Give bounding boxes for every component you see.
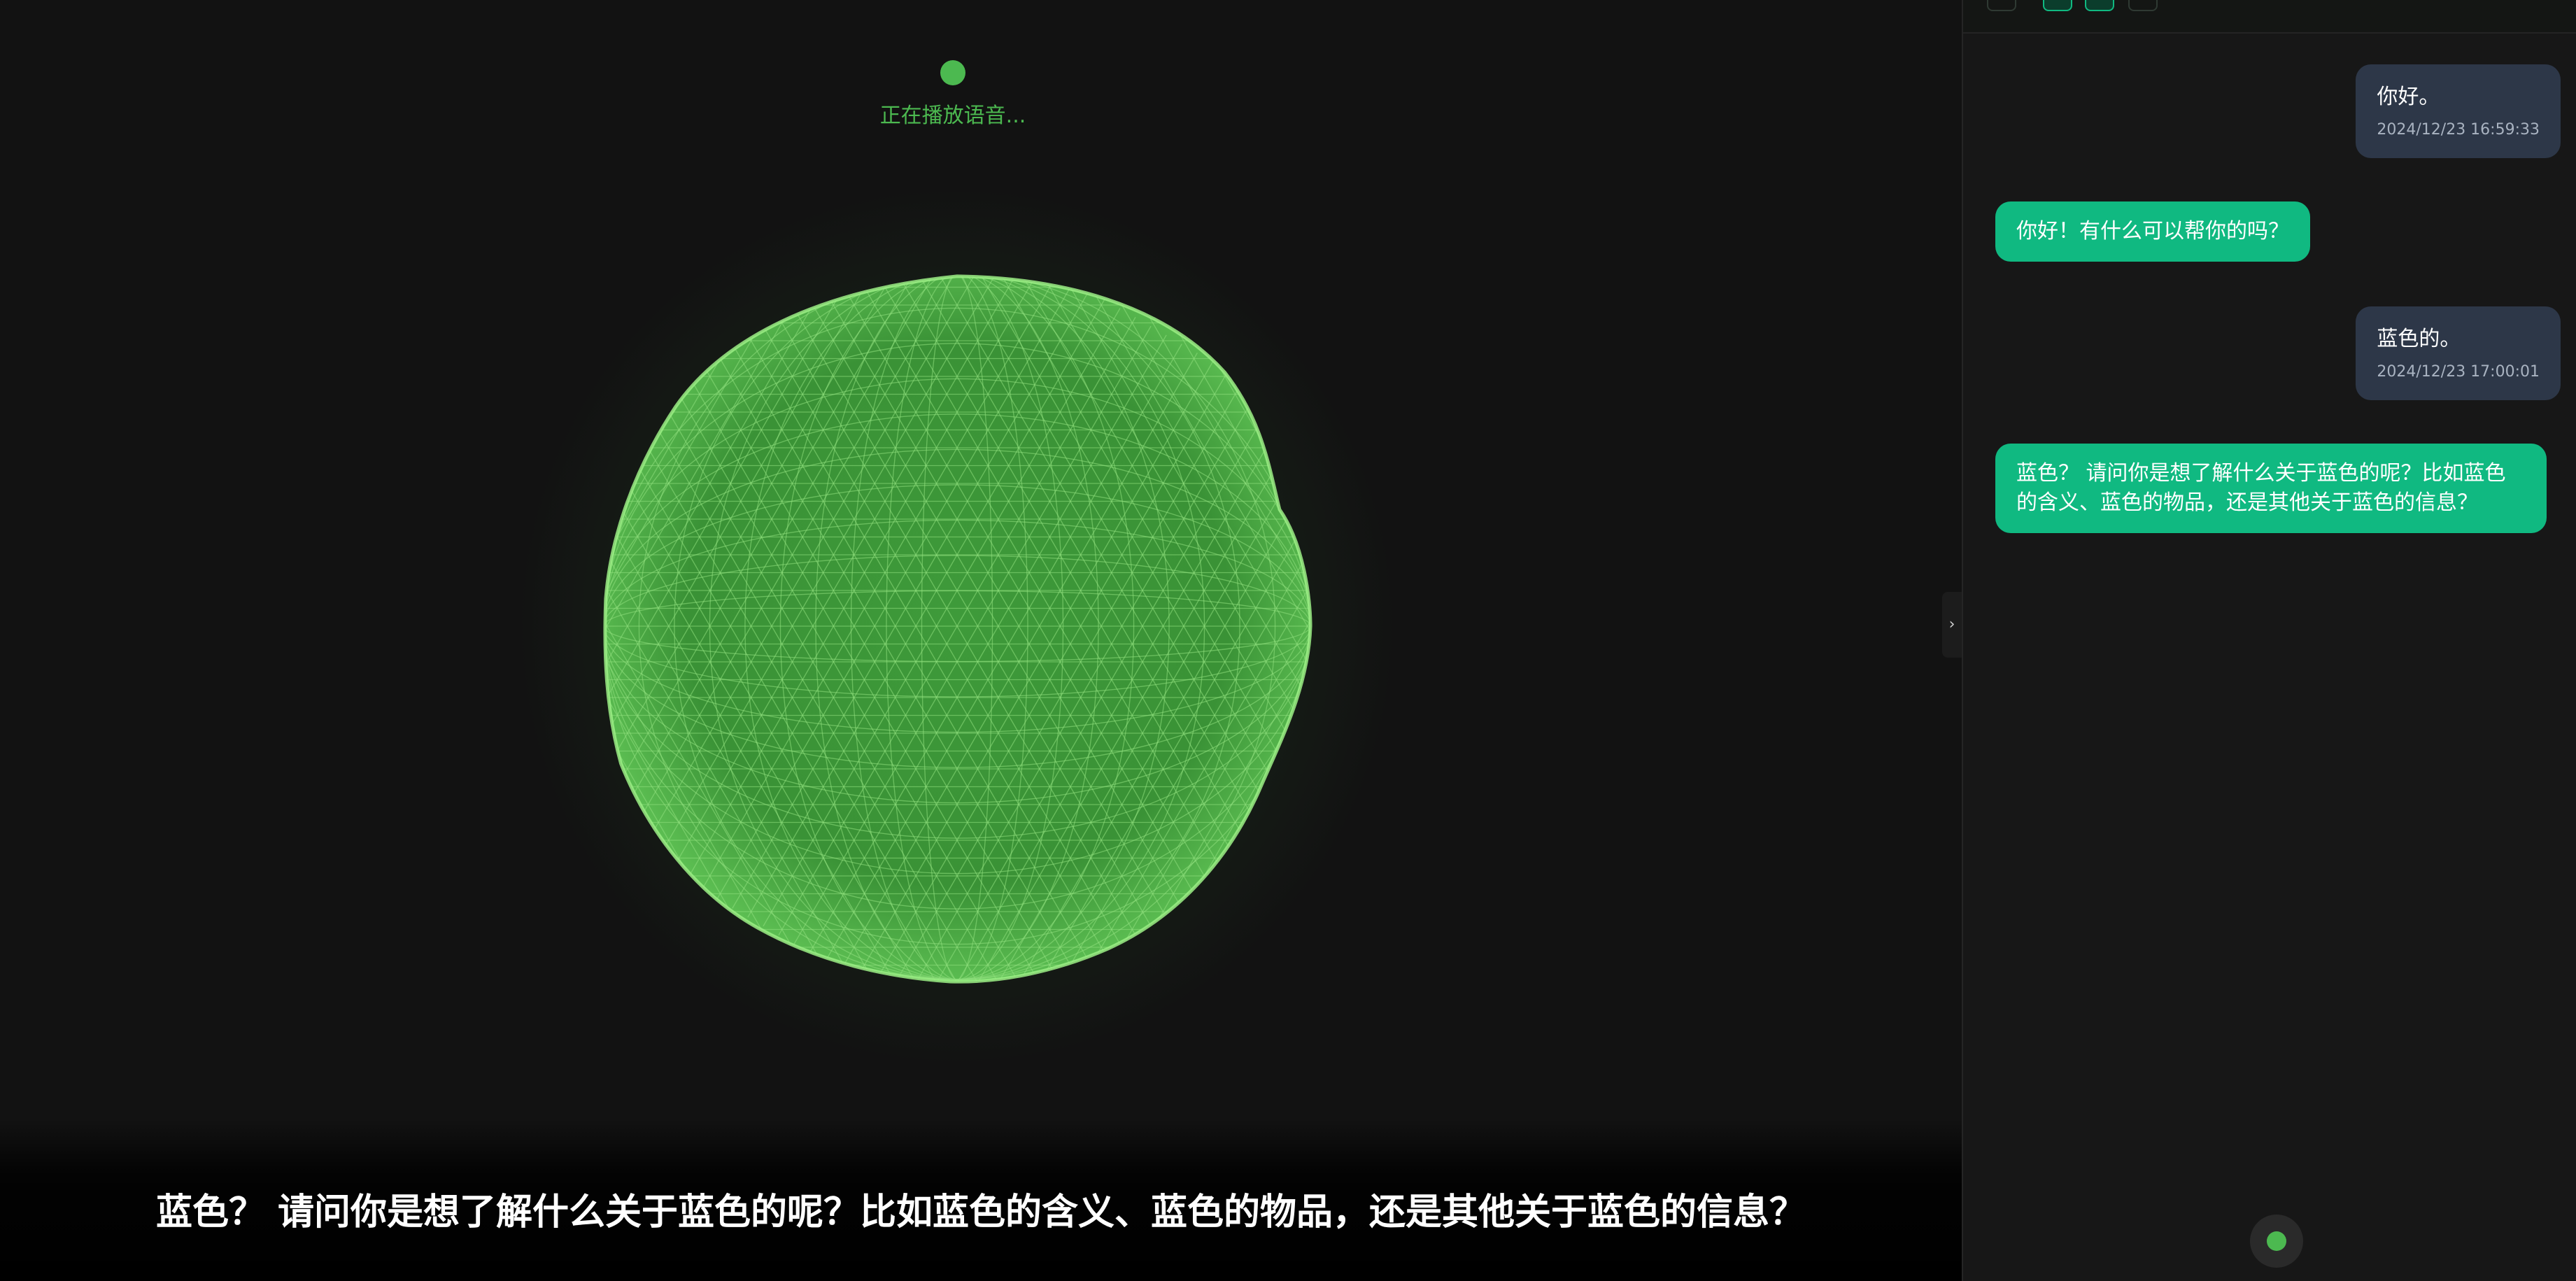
voice-visualizer-stage: 正在播放语音... 蓝色？ 请问你是想了解什么关于蓝色的呢？比如蓝色的含义、蓝色…: [0, 0, 1962, 1281]
chat-message-assistant: 蓝色？ 请问你是想了解什么关于蓝色的呢？比如蓝色的含义、蓝色的物品，还是其他关于…: [1995, 444, 2547, 533]
collapse-icon: ›: [1948, 616, 1955, 633]
shield-icon[interactable]: [1987, 0, 2016, 11]
chat-message-user: 蓝色的。 2024/12/23 17:00:01: [2356, 306, 2561, 400]
wireframe-voice-orb: [600, 264, 1314, 988]
collapse-panel-toggle[interactable]: ›: [1942, 592, 1962, 658]
chat-message-user: 你好。 2024/12/23 16:59:33: [2356, 64, 2561, 158]
message-timestamp: 2024/12/23 16:59:33: [2377, 121, 2540, 139]
settings-icon[interactable]: [2128, 0, 2158, 11]
message-text: 你好！有什么可以帮你的吗？: [2016, 219, 2289, 243]
message-text: 蓝色？ 请问你是想了解什么关于蓝色的呢？比如蓝色的含义、蓝色的物品，还是其他关于…: [2016, 461, 2506, 515]
chat-panel: 你好。 2024/12/23 16:59:33 你好！有什么可以帮你的吗？ 蓝色…: [1962, 0, 2576, 1281]
upload-icon[interactable]: [2043, 0, 2072, 11]
chat-toolbar: [1963, 0, 2576, 34]
subtitle-caption: 蓝色？ 请问你是想了解什么关于蓝色的呢？比如蓝色的含义、蓝色的物品，还是其他关于…: [155, 1191, 1806, 1233]
chat-message-assistant: 你好！有什么可以帮你的吗？: [1995, 201, 2310, 262]
message-text: 你好。: [2377, 85, 2440, 109]
voice-assistant-app: 正在播放语音... 蓝色？ 请问你是想了解什么关于蓝色的呢？比如蓝色的含义、蓝色…: [0, 0, 2576, 1281]
record-button[interactable]: [2250, 1215, 2303, 1268]
speaking-indicator-icon: [940, 60, 965, 85]
keyboard-icon[interactable]: [2085, 0, 2114, 11]
message-text: 蓝色的。: [2377, 327, 2461, 351]
message-timestamp: 2024/12/23 17:00:01: [2377, 363, 2540, 381]
